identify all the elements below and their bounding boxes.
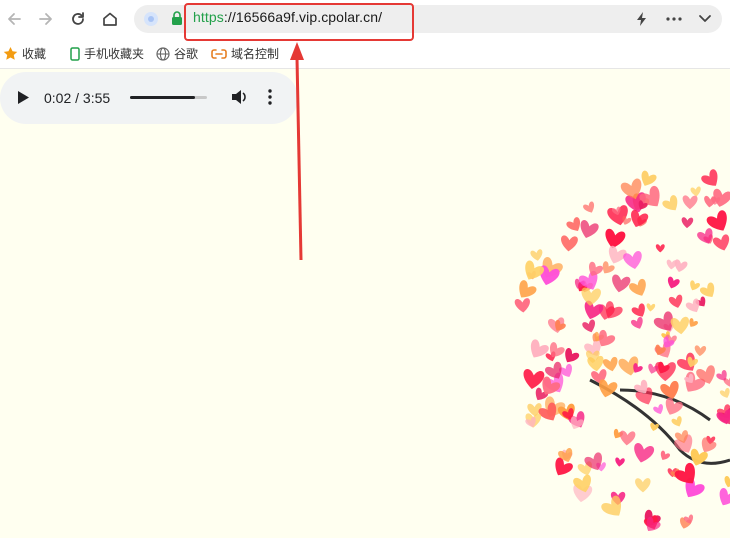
annotation-arrow <box>290 42 304 261</box>
